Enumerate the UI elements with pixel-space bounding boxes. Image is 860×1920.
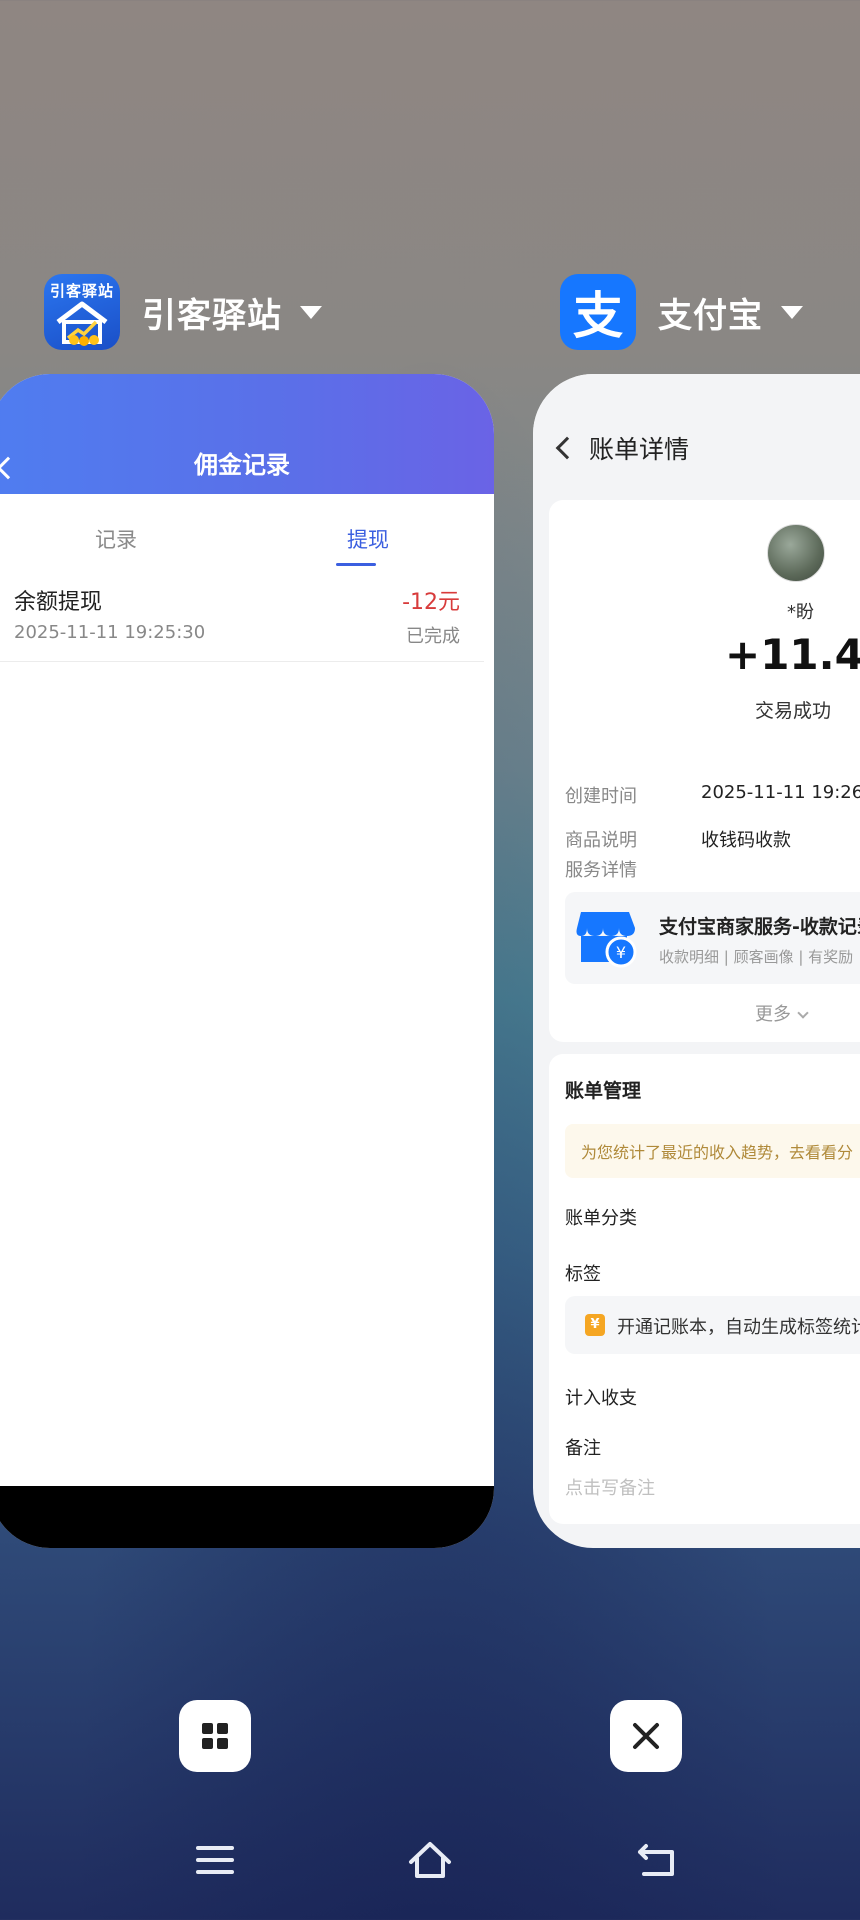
more-button[interactable]: 更多: [755, 1000, 809, 1026]
app-icon-label: 引客驿站: [49, 282, 114, 300]
app-name: 引客驿站: [142, 295, 282, 336]
tab-withdraw[interactable]: 提现: [242, 494, 494, 572]
app-name: 支付宝: [658, 295, 763, 336]
app-card-alipay[interactable]: 账单详情 *盼 +11.40 交易成功 创建时间 2025-11-11 19:2…: [533, 374, 860, 1548]
income-toggle-row[interactable]: 计入收支: [565, 1384, 637, 1410]
svg-text:¥: ¥: [616, 943, 626, 962]
bill-amount: +11.40: [725, 630, 860, 679]
close-icon: [633, 1723, 659, 1749]
record-time: 2025-11-11 19:25:30: [14, 622, 206, 643]
menu-button[interactable]: [190, 1838, 240, 1882]
tag-row[interactable]: 标签: [565, 1260, 601, 1286]
app-header-alipay[interactable]: 支 支付宝: [560, 272, 803, 352]
back-button[interactable]: [632, 1838, 682, 1882]
caret-down-icon[interactable]: [781, 305, 803, 319]
merchant-service-card[interactable]: ¥ 支付宝商家服务-收款记录 收款明细 | 顾客画像 | 有奖励: [565, 892, 860, 984]
tab-bar: 记录 提现: [0, 494, 494, 572]
menu-icon: [196, 1846, 234, 1874]
income-trend-tip[interactable]: 为您统计了最近的收入趋势，去看看分: [565, 1124, 860, 1178]
field-label-service: 服务详情: [565, 860, 637, 881]
record-amount: -12元: [402, 590, 460, 615]
field-value-created: 2025-11-11 19:26:3: [701, 782, 860, 803]
app-grid-button[interactable]: [179, 1700, 251, 1772]
avatar: [767, 524, 825, 582]
chevron-down-icon: [797, 1007, 809, 1019]
page-title: 账单详情: [589, 435, 690, 464]
more-label: 更多: [755, 1004, 791, 1025]
status-text: 交易成功: [755, 700, 832, 722]
ledger-icon: ¥: [585, 1314, 605, 1336]
top-bar: 佣金记录: [0, 374, 494, 494]
back-arrow-icon[interactable]: [555, 436, 579, 460]
section-title: 账单管理: [565, 1080, 642, 1102]
shop-icon: ¥: [576, 912, 637, 968]
bill-summary-panel: *盼 +11.40 交易成功 创建时间 2025-11-11 19:26:3 商…: [549, 500, 860, 1042]
clear-all-button[interactable]: [610, 1700, 682, 1772]
record-status: 已完成: [406, 626, 460, 647]
bill-category-row[interactable]: 账单分类: [565, 1204, 637, 1230]
service-title: 支付宝商家服务-收款记录: [659, 916, 860, 938]
page-title: 佣金记录: [194, 451, 290, 479]
grid-icon: [202, 1723, 228, 1749]
ledger-text: 开通记账本，自动生成标签统计: [617, 1317, 860, 1338]
app-header-yinke[interactable]: 引客驿站 引客驿站: [44, 272, 322, 352]
list-item[interactable]: 余额提现 2025-11-11 19:25:30 -12元 已完成: [0, 572, 484, 662]
field-label-product: 商品说明: [565, 830, 637, 851]
payer-name: *盼: [787, 602, 814, 623]
service-subtitle: 收款明细 | 顾客画像 | 有奖励: [659, 948, 854, 966]
home-button[interactable]: [405, 1838, 455, 1882]
note-label: 备注: [565, 1438, 601, 1459]
back-icon: [638, 1844, 674, 1876]
nav-bar: 账单详情: [533, 374, 860, 500]
house-coins-icon[interactable]: 引客驿站: [44, 274, 120, 350]
app-card-yinke[interactable]: 佣金记录 记录 提现 余额提现 2025-11-11 19:25:30 -12元…: [0, 374, 494, 1548]
note-input[interactable]: 点击写备注: [565, 1474, 655, 1500]
home-icon: [409, 1842, 451, 1878]
field-value-product: 收钱码收款: [701, 830, 791, 851]
record-title: 余额提现: [14, 590, 103, 615]
tab-records[interactable]: 记录: [0, 494, 242, 572]
tip-text: 为您统计了最近的收入趋势，去看看分: [581, 1143, 854, 1162]
field-label-created: 创建时间: [565, 786, 637, 807]
ledger-promo[interactable]: ¥ 开通记账本，自动生成标签统计: [565, 1296, 860, 1354]
caret-down-icon[interactable]: [300, 305, 322, 319]
alipay-icon[interactable]: 支: [560, 274, 636, 350]
card-bottom-bar: [0, 1486, 494, 1548]
bill-management-panel: 账单管理 为您统计了最近的收入趋势，去看看分 账单分类 标签 ¥ 开通记账本，自…: [549, 1054, 860, 1524]
tab-indicator: [336, 563, 376, 566]
back-arrow-icon[interactable]: [0, 456, 20, 480]
alipay-glyph: 支: [573, 287, 623, 345]
